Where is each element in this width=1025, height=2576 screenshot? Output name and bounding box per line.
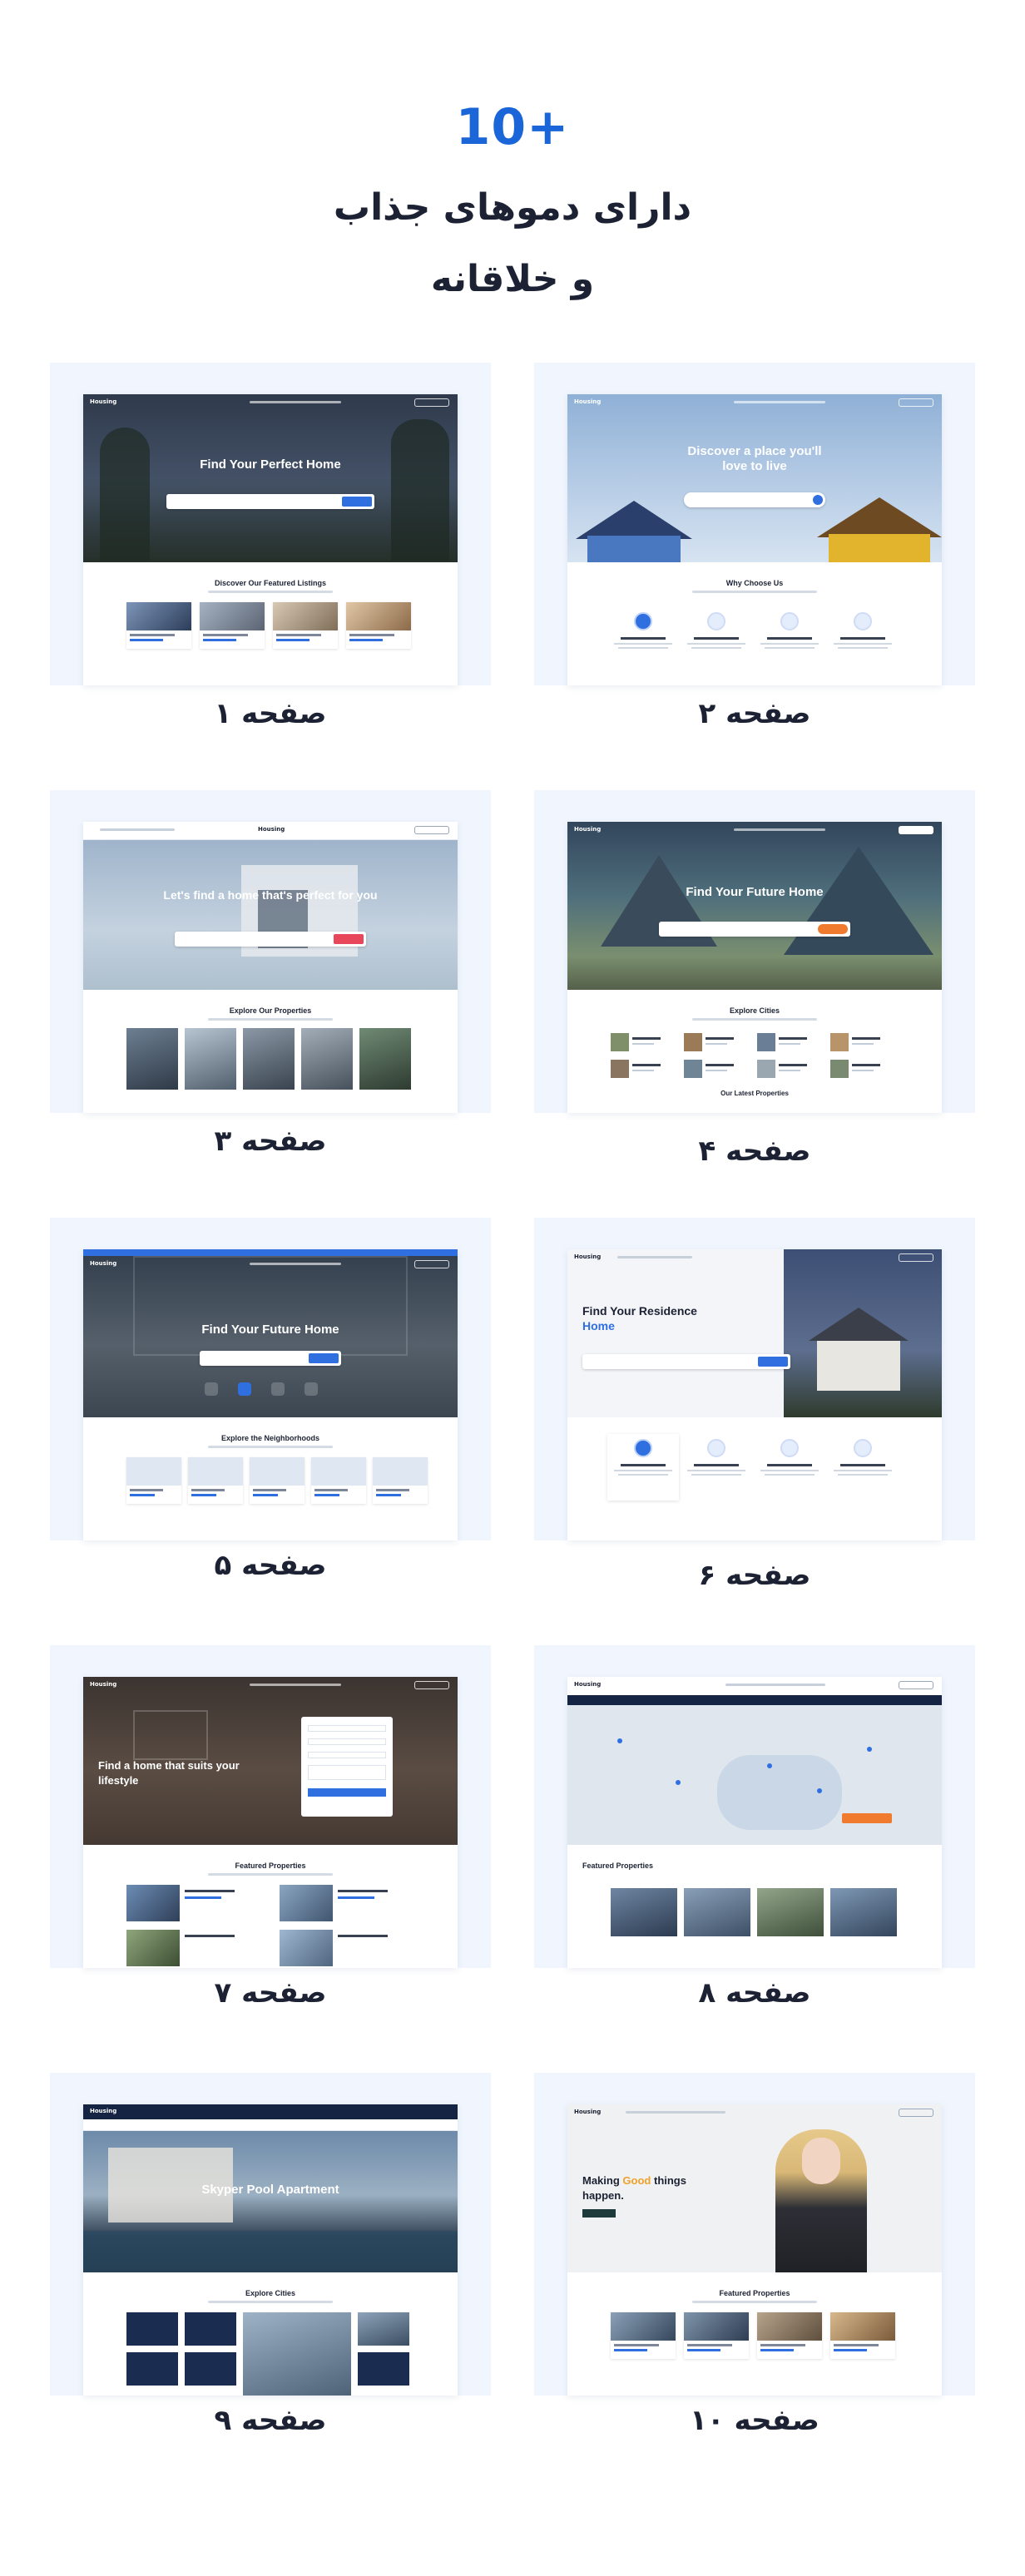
logo-6: Housing xyxy=(574,1253,602,1260)
caption-demo-2: صفحه ۲ xyxy=(698,697,811,730)
demo-screenshot-1[interactable]: Housing Find Your Perfect Home Discover … xyxy=(83,394,458,685)
logo-9: Housing xyxy=(90,2108,117,2114)
hero-title-10-rest: things xyxy=(653,2174,686,2187)
demo-screenshot-5[interactable]: Housing Find Your Future Home Explore th… xyxy=(83,1249,458,1540)
hero-title-6: Find Your Residence xyxy=(582,1304,697,1318)
caption-demo-6: صفحه ۶ xyxy=(698,1559,811,1592)
search-bar-4[interactable] xyxy=(659,922,850,937)
section-title-4b: Our Latest Properties xyxy=(720,1090,789,1097)
section-title-3: Explore Our Properties xyxy=(229,1006,312,1015)
demo-screenshot-7[interactable]: Housing Find a home that suits your life… xyxy=(83,1677,458,1968)
search-bar-1[interactable] xyxy=(166,494,374,509)
demo-tile-9[interactable]: Housing Skyper Pool Apartment Explore Ci… xyxy=(50,2073,491,2396)
demo-screenshot-8[interactable]: Housing Featured Properties xyxy=(567,1677,942,1968)
demo-tile-5[interactable]: Housing Find Your Future Home Explore th… xyxy=(50,1218,491,1540)
contact-form-7[interactable] xyxy=(301,1717,393,1817)
demo-tile-10[interactable]: Housing Making Good things happen. Featu… xyxy=(534,2073,975,2396)
headline-line-2: و خلاقانه xyxy=(430,258,595,300)
section-title-8: Featured Properties xyxy=(582,1862,654,1870)
hero-title-3: Let's find a home that's perfect for you xyxy=(163,888,378,902)
headline-line-1: دارای دموهای جذاب xyxy=(333,186,692,229)
demo-tile-2[interactable]: Housing Discover a place you'll love to … xyxy=(534,363,975,685)
logo-8: Housing xyxy=(574,1681,602,1688)
section-title-7: Featured Properties xyxy=(235,1862,306,1870)
section-title-4: Explore Cities xyxy=(729,1006,780,1015)
demo-tile-8[interactable]: Housing Featured Properties xyxy=(534,1645,975,1968)
hero-title-1: Find Your Perfect Home xyxy=(200,457,341,472)
hero-title-10-line2: happen. xyxy=(582,2189,624,2202)
map-8[interactable] xyxy=(567,1705,942,1845)
search-bar-3[interactable] xyxy=(175,932,366,947)
demo-screenshot-6[interactable]: Housing Find Your Residence Home xyxy=(567,1249,942,1540)
logo-7: Housing xyxy=(90,1681,117,1688)
hero-title-10-accent: Good xyxy=(622,2174,651,2187)
demo-tile-1[interactable]: Housing Find Your Perfect Home Discover … xyxy=(50,363,491,685)
demo-tile-3[interactable]: Housing Let's find a home that's perfect… xyxy=(50,790,491,1113)
caption-demo-1: صفحه ۱ xyxy=(214,697,327,730)
section-title-2: Why Choose Us xyxy=(725,579,784,587)
caption-demo-9: صفحه ۹ xyxy=(214,2404,327,2437)
section-title-5: Explore the Neighborhoods xyxy=(220,1434,319,1442)
search-bar-5[interactable] xyxy=(200,1351,341,1366)
logo-1: Housing xyxy=(90,398,117,405)
demo-screenshot-3[interactable]: Housing Let's find a home that's perfect… xyxy=(83,822,458,1113)
caption-demo-4: صفحه ۴ xyxy=(698,1135,811,1168)
hero-title-10: Making xyxy=(582,2174,620,2187)
hero-title-6-accent: Home xyxy=(582,1319,615,1332)
demo-screenshot-2[interactable]: Housing Discover a place you'll love to … xyxy=(567,394,942,685)
section-title-9: Explore Cities xyxy=(245,2289,296,2297)
demo-screenshot-4[interactable]: Housing Find Your Future Home Explore Ci… xyxy=(567,822,942,1113)
caption-demo-10: صفحه ۱۰ xyxy=(690,2404,820,2437)
logo-3: Housing xyxy=(258,826,285,833)
caption-demo-7: صفحه ۷ xyxy=(214,1976,327,2010)
hero-title-5: Find Your Future Home xyxy=(201,1323,339,1337)
demo-screenshot-10[interactable]: Housing Making Good things happen. Featu… xyxy=(567,2104,942,2396)
demo-count: 10+ xyxy=(455,98,570,156)
caption-demo-3: صفحه ۳ xyxy=(214,1125,327,1158)
hero-cta-10[interactable] xyxy=(582,2209,616,2218)
demo-tile-4[interactable]: Housing Find Your Future Home Explore Ci… xyxy=(534,790,975,1113)
section-title-10: Featured Properties xyxy=(719,2289,790,2297)
hero-title-9: Skyper Pool Apartment xyxy=(201,2183,339,2197)
logo-10: Housing xyxy=(574,2109,602,2115)
caption-demo-5: صفحه ۵ xyxy=(214,1549,327,1582)
search-bar-2[interactable] xyxy=(684,492,825,507)
search-bar-6[interactable] xyxy=(582,1354,790,1369)
logo-5: Housing xyxy=(90,1260,117,1267)
logo-4: Housing xyxy=(574,826,602,833)
demo-tile-7[interactable]: Housing Find a home that suits your life… xyxy=(50,1645,491,1968)
logo-2: Housing xyxy=(574,398,602,405)
hero-title-4: Find Your Future Home xyxy=(686,885,824,899)
hero-title-7: Find a home that suits your lifestyle xyxy=(98,1759,240,1787)
demo-tile-6[interactable]: Housing Find Your Residence Home xyxy=(534,1218,975,1540)
caption-demo-8: صفحه ۸ xyxy=(698,1976,811,2010)
section-title-1: Discover Our Featured Listings xyxy=(214,579,327,587)
hero-title-2: Discover a place you'll love to live xyxy=(687,444,822,473)
demo-screenshot-9[interactable]: Housing Skyper Pool Apartment Explore Ci… xyxy=(83,2104,458,2396)
